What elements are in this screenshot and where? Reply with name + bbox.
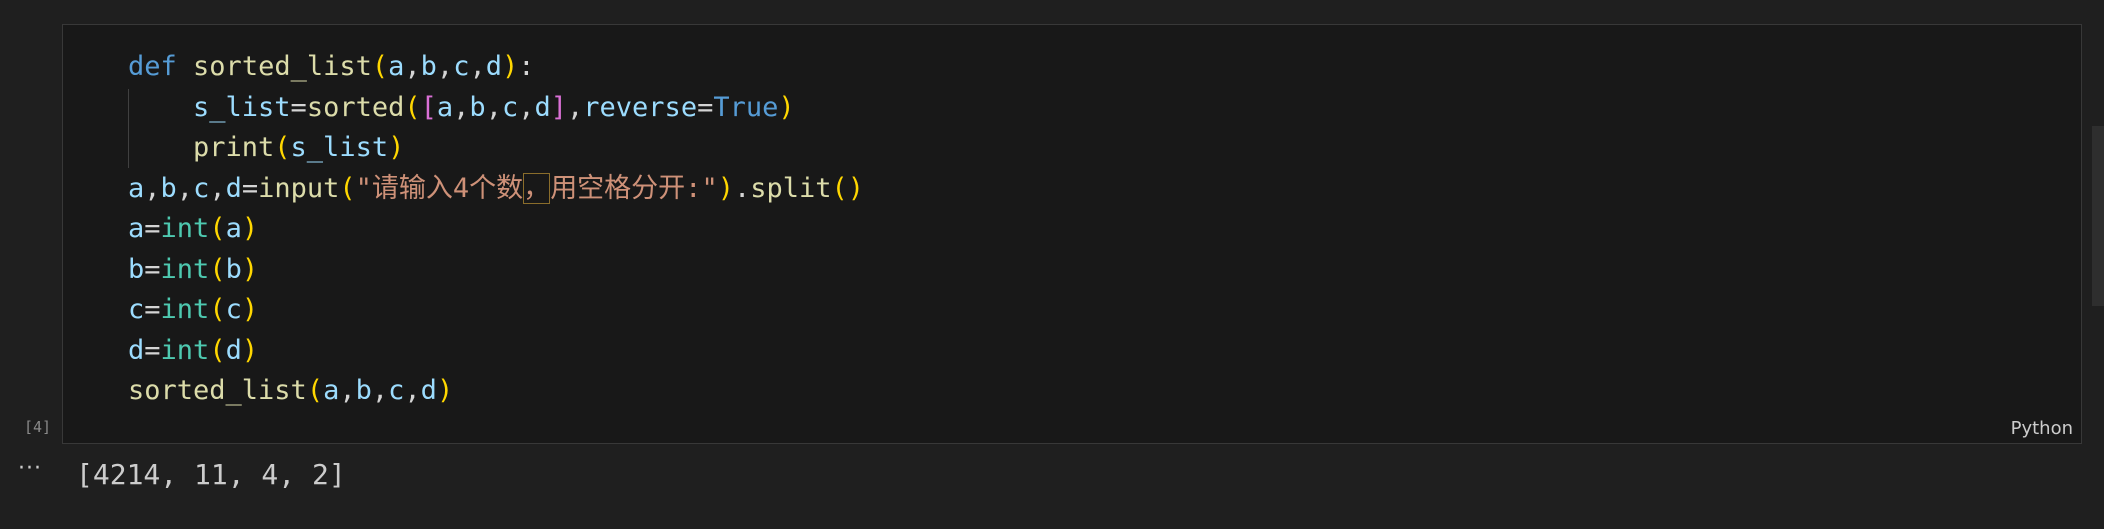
output-more-button[interactable]: ···: [18, 456, 42, 481]
cell-output: [4214, 11, 4, 2]: [76, 458, 346, 491]
scrollbar[interactable]: [2090, 0, 2104, 529]
execution-count: [4]: [24, 418, 52, 436]
code-line: c=int(c): [128, 294, 259, 325]
code-line: a=int(a): [128, 213, 259, 244]
code-line: def sorted_list(a,b,c,d):: [128, 51, 535, 82]
scrollbar-thumb[interactable]: [2092, 126, 2104, 306]
code-line: a,b,c,d=input("请输入4个数，用空格分开:").split(): [128, 172, 865, 204]
code-line: d=int(d): [128, 334, 259, 366]
code-line: print(s_list): [193, 132, 405, 163]
code-line: b=int(b): [128, 253, 259, 285]
code-line: s_list=sorted([a,b,c,d],reverse=True): [193, 91, 795, 123]
notebook-cell[interactable]: def sorted_list(a,b,c,d): s_list=sorted([…: [62, 24, 2082, 444]
code-line: sorted_list(a,b,c,d): [128, 375, 454, 406]
cell-language-label[interactable]: Python: [2011, 418, 2073, 439]
code-editor[interactable]: def sorted_list(a,b,c,d): s_list=sorted([…: [128, 47, 2061, 412]
